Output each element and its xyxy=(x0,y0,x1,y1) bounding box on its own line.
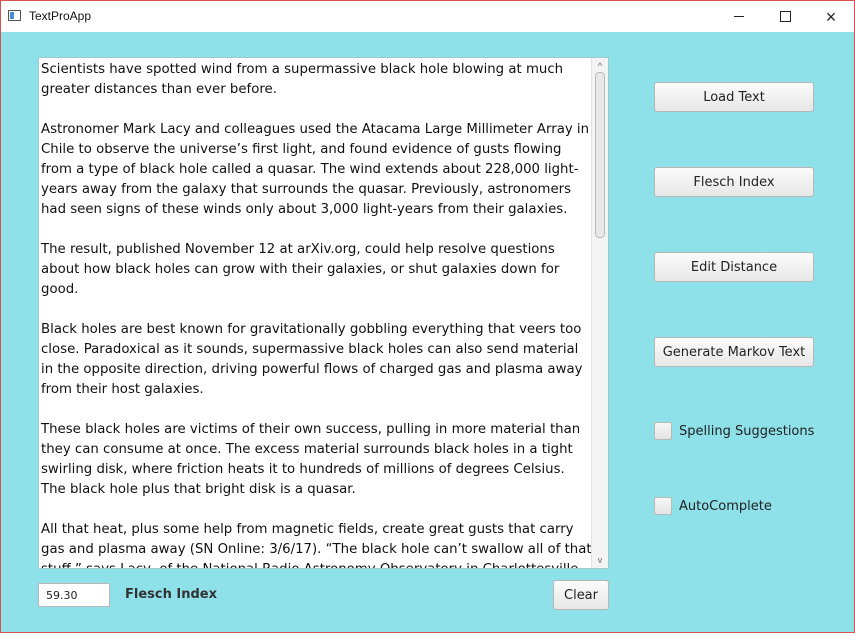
maximize-icon xyxy=(779,11,791,22)
edit-distance-button[interactable]: Edit Distance xyxy=(654,252,814,282)
paragraph: Black holes are best known for gravitati… xyxy=(41,322,583,397)
spelling-suggestions-label: Spelling Suggestions xyxy=(679,423,815,439)
title-bar: TextProApp × xyxy=(1,1,854,32)
autocomplete-label: AutoComplete xyxy=(679,498,772,514)
scroll-up-icon[interactable]: ^ xyxy=(592,60,608,72)
spelling-suggestions-checkbox[interactable] xyxy=(654,422,672,440)
vertical-scrollbar[interactable]: ^ v xyxy=(591,58,608,568)
maximize-button[interactable] xyxy=(762,1,808,32)
paragraph: Astronomer Mark Lacy and colleagues used… xyxy=(41,122,590,217)
app-icon xyxy=(8,10,21,21)
generate-markov-text-button[interactable]: Generate Markov Text xyxy=(654,337,814,367)
flesch-score-field[interactable] xyxy=(38,583,110,607)
flesch-index-label: Flesch Index xyxy=(125,587,217,602)
scroll-down-icon[interactable]: v xyxy=(592,554,608,566)
close-button[interactable]: × xyxy=(808,1,854,32)
text-area[interactable]: Scientists have spotted wind from a supe… xyxy=(38,57,609,569)
paragraph: These black holes are victims of their o… xyxy=(41,422,581,497)
app-window: TextProApp × Scientists have spotted win… xyxy=(0,0,855,633)
scroll-thumb[interactable] xyxy=(595,72,605,238)
flesch-index-button[interactable]: Flesch Index xyxy=(654,167,814,197)
clear-button[interactable]: Clear xyxy=(553,580,609,610)
window-title: TextProApp xyxy=(29,9,92,23)
paragraph: All that heat, plus some help from magne… xyxy=(41,522,592,568)
minimize-button[interactable] xyxy=(716,1,762,32)
autocomplete-checkbox[interactable] xyxy=(654,497,672,515)
minimize-icon xyxy=(734,16,744,17)
autocomplete-option[interactable]: AutoComplete xyxy=(654,497,772,515)
paragraph: The result, published November 12 at arX… xyxy=(41,242,560,297)
spelling-suggestions-option[interactable]: Spelling Suggestions xyxy=(654,422,814,440)
paragraph: Scientists have spotted wind from a supe… xyxy=(41,62,564,97)
close-icon: × xyxy=(825,6,837,27)
load-text-button[interactable]: Load Text xyxy=(654,82,814,112)
text-content[interactable]: Scientists have spotted wind from a supe… xyxy=(41,60,593,568)
